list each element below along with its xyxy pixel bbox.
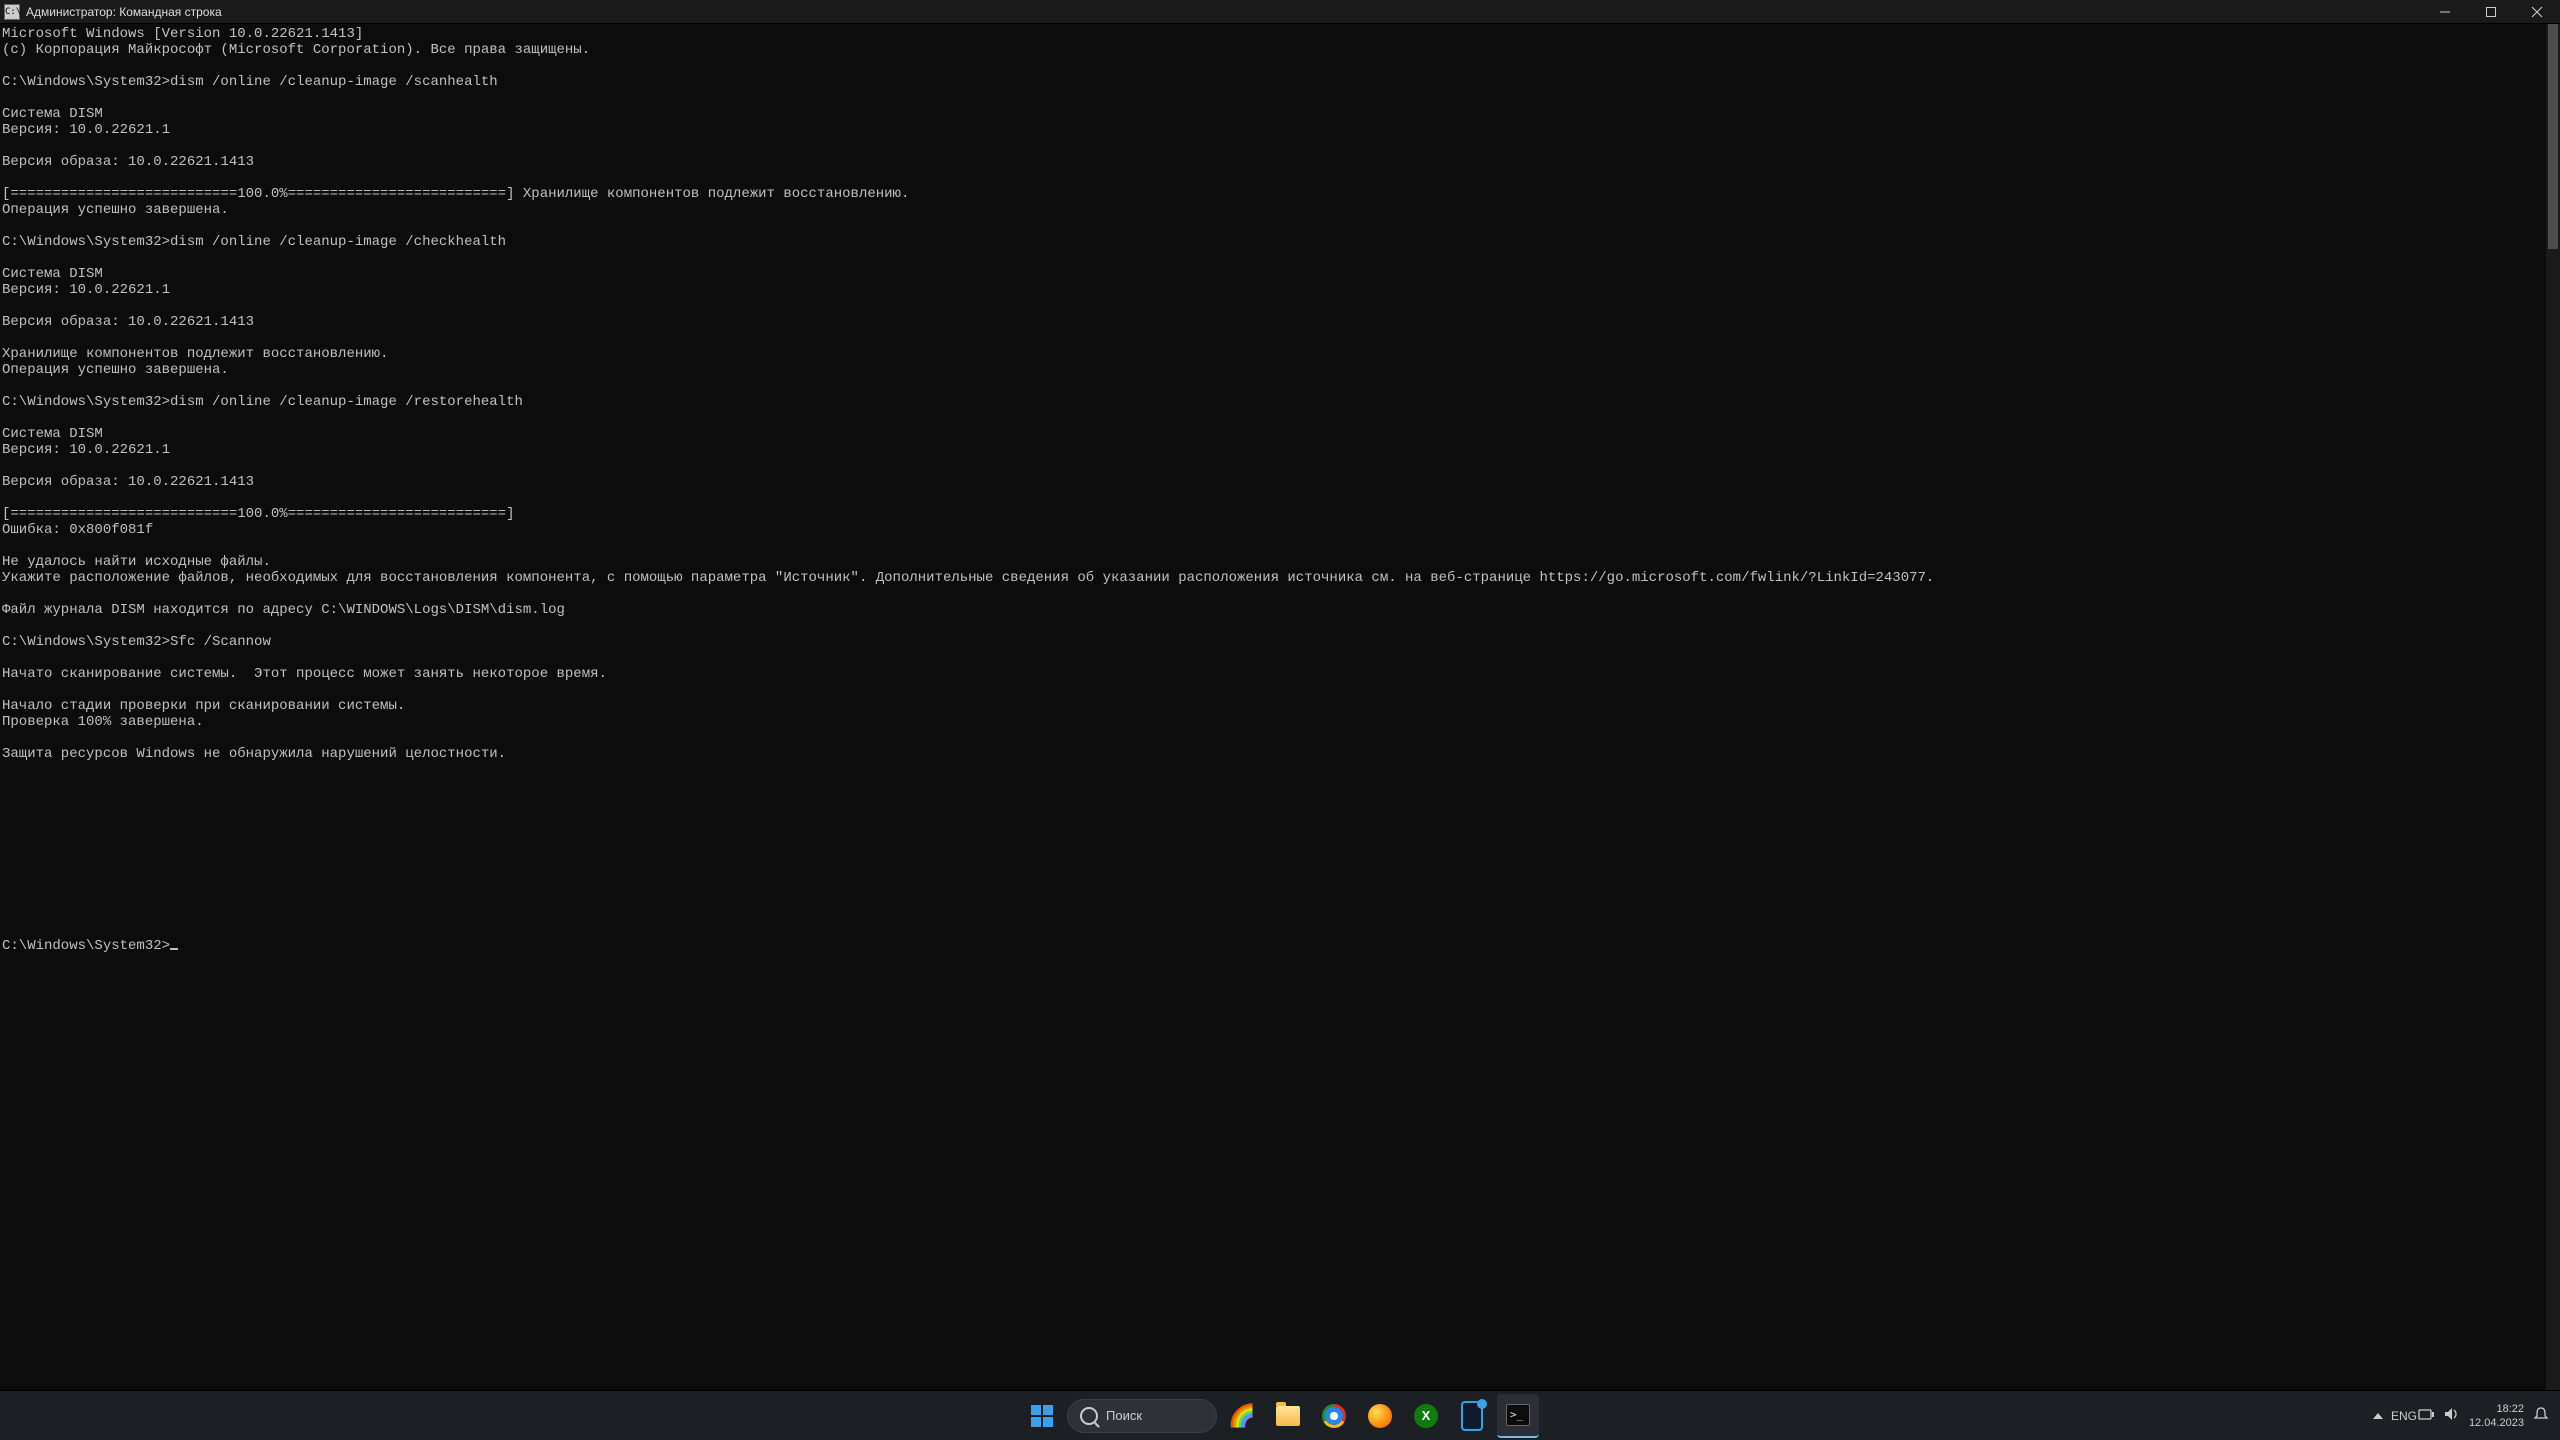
windows-logo-icon: [1031, 1405, 1053, 1427]
search-placeholder: Поиск: [1106, 1408, 1142, 1423]
taskbar-search[interactable]: Поиск: [1067, 1399, 1217, 1433]
taskbar-phone-link[interactable]: [1451, 1395, 1493, 1437]
tray-notifications-icon[interactable]: [2532, 1406, 2550, 1425]
maximize-button[interactable]: [2468, 0, 2514, 23]
terminal-output[interactable]: Microsoft Windows [Version 10.0.22621.14…: [0, 24, 2560, 1390]
taskbar-xbox[interactable]: X: [1405, 1395, 1447, 1437]
xbox-icon: X: [1414, 1404, 1438, 1428]
tray-network-icon[interactable]: [2417, 1407, 2435, 1424]
tray-language[interactable]: ENG: [2391, 1409, 2409, 1423]
cmd-window-icon: C:\: [4, 4, 20, 20]
file-explorer-icon: [1276, 1406, 1300, 1426]
taskbar-chrome[interactable]: [1313, 1395, 1355, 1437]
tray-volume-icon[interactable]: [2443, 1407, 2461, 1424]
tray-overflow-icon[interactable]: [2373, 1413, 2383, 1419]
close-button[interactable]: [2514, 0, 2560, 23]
minimize-button[interactable]: [2422, 0, 2468, 23]
avast-icon: [1368, 1404, 1392, 1428]
titlebar: C:\ Администратор: Командная строка: [0, 0, 2560, 24]
chrome-icon: [1322, 1404, 1346, 1428]
tray-clock[interactable]: 18:22 12.04.2023: [2469, 1402, 2524, 1430]
terminal-cursor: [170, 948, 178, 950]
tray-time: 18:22: [2469, 1402, 2524, 1416]
taskbar-cmd[interactable]: >_: [1497, 1394, 1539, 1438]
search-icon: [1080, 1407, 1098, 1425]
taskbar-avast[interactable]: [1359, 1395, 1401, 1437]
window-controls: [2422, 0, 2560, 23]
taskbar-center: Поиск 🌈 X >_: [1021, 1391, 1539, 1440]
tray-date: 12.04.2023: [2469, 1416, 2524, 1430]
phone-link-icon: [1461, 1401, 1483, 1431]
taskbar-tray: ENG 18:22 12.04.2023: [2373, 1391, 2556, 1440]
terminal-scrollbar-thumb[interactable]: [2548, 24, 2558, 249]
weather-icon: 🌈: [1221, 1400, 1263, 1432]
taskbar-file-explorer[interactable]: [1267, 1395, 1309, 1437]
taskbar: Поиск 🌈 X >_ ENG: [0, 1390, 2560, 1440]
terminal-text: Microsoft Windows [Version 10.0.22621.14…: [2, 26, 1934, 762]
window-title: Администратор: Командная строка: [26, 5, 222, 19]
start-button[interactable]: [1021, 1395, 1063, 1437]
terminal-prompt: C:\Windows\System32>: [2, 938, 170, 954]
taskbar-weather[interactable]: 🌈: [1221, 1395, 1263, 1437]
terminal-scrollbar[interactable]: [2546, 24, 2560, 1390]
cmd-icon: >_: [1506, 1404, 1530, 1426]
